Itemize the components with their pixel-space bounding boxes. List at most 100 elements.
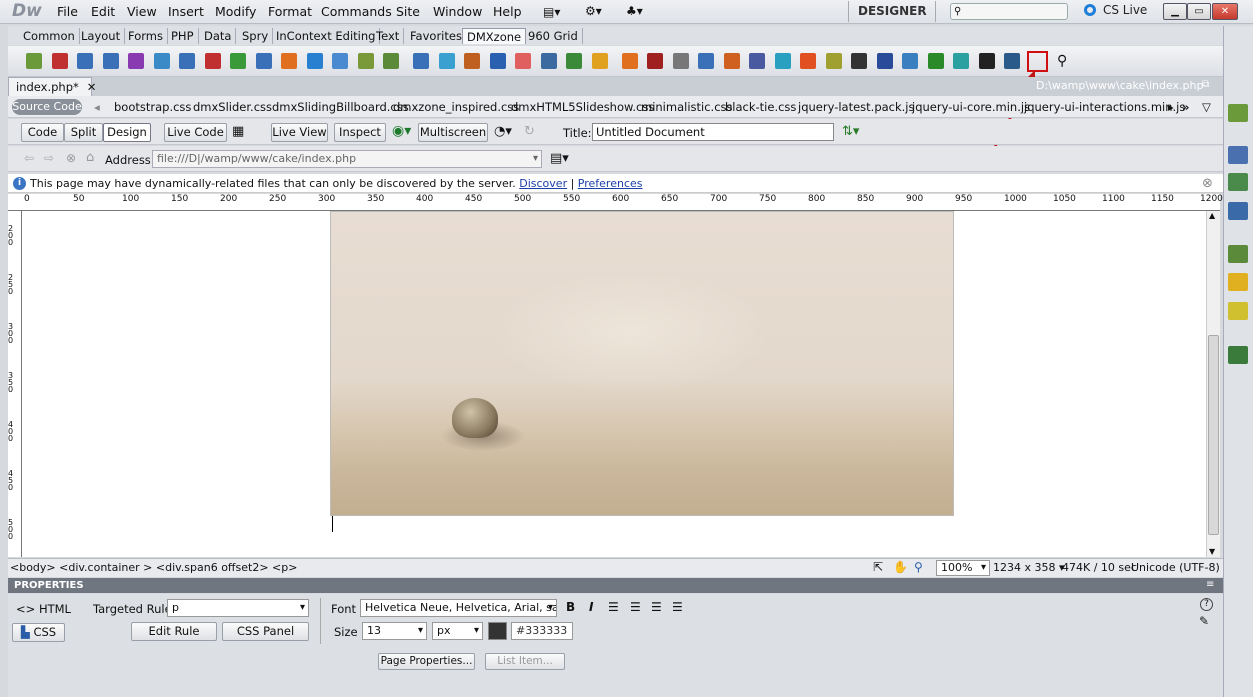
unit-select[interactable]: px [432,622,483,640]
tab-text[interactable]: Text [372,28,405,44]
related-file[interactable]: minimalistic.css [641,100,733,114]
menu-help[interactable]: Help [493,4,522,19]
multiscreen-button[interactable]: Multiscreen [418,123,488,142]
validate-icon[interactable]: ▦ [232,124,244,139]
menu-format[interactable]: Format [268,4,312,19]
scroll-up-icon[interactable]: ▲ [1209,211,1215,220]
insert-panel-icon[interactable] [1228,104,1248,122]
page-properties-button[interactable]: Page Properties... [378,653,475,670]
insert-tool-icon[interactable] [724,53,740,69]
related-file[interactable]: dmxSlidingBillboard.css [272,100,409,114]
insert-tool-icon[interactable] [515,53,531,69]
home-icon[interactable]: ⌂ [86,150,94,165]
quick-tag-editor-icon[interactable]: ✎ [1199,614,1209,628]
insert-tool-icon[interactable] [128,53,144,69]
inspect-button[interactable]: Inspect [334,123,386,142]
prev-files-icon[interactable]: ◂ [94,100,100,114]
discover-link[interactable]: Discover [519,177,567,190]
tab-incontext-editing[interactable]: InContext Editing [272,28,381,44]
insert-tool-icon[interactable] [851,53,867,69]
live-code-button[interactable]: Live Code [164,123,227,142]
insert-tool-icon[interactable] [154,53,170,69]
insert-tool-icon[interactable] [647,53,663,69]
close-tab-icon[interactable]: ✕ [87,80,97,94]
tab-dmxzone[interactable]: DMXzone [462,28,527,44]
restore-icon[interactable]: ⧉ [1202,79,1209,90]
tab-favorites[interactable]: Favorites [406,28,467,44]
split-view-button[interactable]: Split [64,123,103,142]
insert-tool-icon[interactable] [77,53,93,69]
hand-tool-icon[interactable]: ✋ [893,560,908,574]
layout-icon[interactable]: ▤▾ [543,5,571,19]
align-right-icon[interactable]: ☰ [651,600,662,614]
site-map-icon[interactable] [1228,346,1248,364]
insert-tool-icon[interactable] [230,53,246,69]
insert-tool-icon[interactable] [464,53,480,69]
css-panel-button[interactable]: CSS Panel [222,622,309,641]
related-file[interactable]: jquery-latest.pack.js [798,100,915,114]
color-input[interactable]: #333333 [511,622,573,640]
insert-tool-icon[interactable] [26,53,42,69]
css-mode-button[interactable]: ▙ CSS [12,623,65,642]
related-file[interactable]: dmxHTML5Slideshow.css [511,100,654,114]
ap-elements-icon[interactable] [1228,173,1248,191]
insert-tool-icon[interactable] [979,53,995,69]
insert-tool-icon[interactable] [413,53,429,69]
zoom-select[interactable]: 100% [936,560,990,576]
select-tool-icon[interactable]: ⇱ [873,560,883,574]
source-code-button[interactable]: Source Code [12,99,82,115]
related-file[interactable]: dmxzone_inspired.css [393,100,519,114]
zoom-tool-icon[interactable]: ⚲ [914,560,923,574]
scrollbar-thumb[interactable] [1208,335,1219,535]
preferences-link[interactable]: Preferences [578,177,643,190]
tag-inspector-icon[interactable] [1228,202,1248,220]
list-item-button[interactable]: List Item... [485,653,565,670]
insert-tool-icon[interactable] [775,53,791,69]
magnifier-icon[interactable]: ⚲ [1057,53,1067,69]
live-view-button[interactable]: Live View [271,123,328,142]
insert-tool-icon[interactable] [622,53,638,69]
minimize-button[interactable]: ▁ [1163,3,1187,20]
tab-spry[interactable]: Spry [238,28,274,44]
next-files-icon[interactable]: ▸ [1168,100,1174,114]
align-left-icon[interactable]: ☰ [608,600,619,614]
site-icon[interactable]: ♣▾ [626,4,654,18]
insert-tool-icon[interactable] [902,53,918,69]
cs-live-button[interactable]: CS Live [1084,3,1147,17]
insert-tool-icon[interactable] [383,53,399,69]
design-view-button[interactable]: Design [103,123,151,142]
related-file[interactable]: jquery-ui-interactions.min.js [1024,100,1185,114]
menu-modify[interactable]: Modify [215,4,256,19]
menu-view[interactable]: View [127,4,157,19]
insert-tool-icon[interactable] [673,53,689,69]
color-swatch[interactable] [488,622,507,640]
insert-tool-icon[interactable] [826,53,842,69]
menu-window[interactable]: Window [433,4,482,19]
menu-file[interactable]: File [57,4,78,19]
visual-aids-icon[interactable]: ◔▾ [494,124,512,139]
menu-edit[interactable]: Edit [91,4,115,19]
tab-forms[interactable]: Forms [124,28,168,44]
justify-icon[interactable]: ☰ [672,600,683,614]
tab-960-grid[interactable]: 960 Grid [524,28,583,44]
insert-tool-icon[interactable] [205,53,221,69]
close-button[interactable]: ✕ [1212,3,1238,20]
tab-layout[interactable]: Layout [77,28,126,44]
targeted-rule-select[interactable]: p [167,599,309,617]
insert-tool-icon[interactable] [256,53,272,69]
refresh-icon[interactable]: ↻ [524,124,535,139]
back-icon[interactable]: ⇦ [24,151,34,165]
code-view-button[interactable]: Code [21,123,64,142]
insert-tool-icon[interactable] [103,53,119,69]
related-file[interactable]: black-tie.css [725,100,796,114]
browse-options-icon[interactable]: ▤▾ [550,151,569,166]
browser-preview-icon[interactable]: ◉▾ [392,123,411,139]
related-file[interactable]: dmxSlider.css [193,100,272,114]
size-select[interactable]: 13 [362,622,427,640]
address-input[interactable]: file:///D|/wamp/www/cake/index.php [152,150,542,168]
html-mode-button[interactable]: <> HTML [16,602,71,616]
forward-icon[interactable]: ⇨ [44,151,54,165]
extend-icon[interactable]: ⚙▾ [585,4,613,18]
files-icon[interactable] [1228,245,1248,263]
related-file[interactable]: bootstrap.css [114,100,191,114]
